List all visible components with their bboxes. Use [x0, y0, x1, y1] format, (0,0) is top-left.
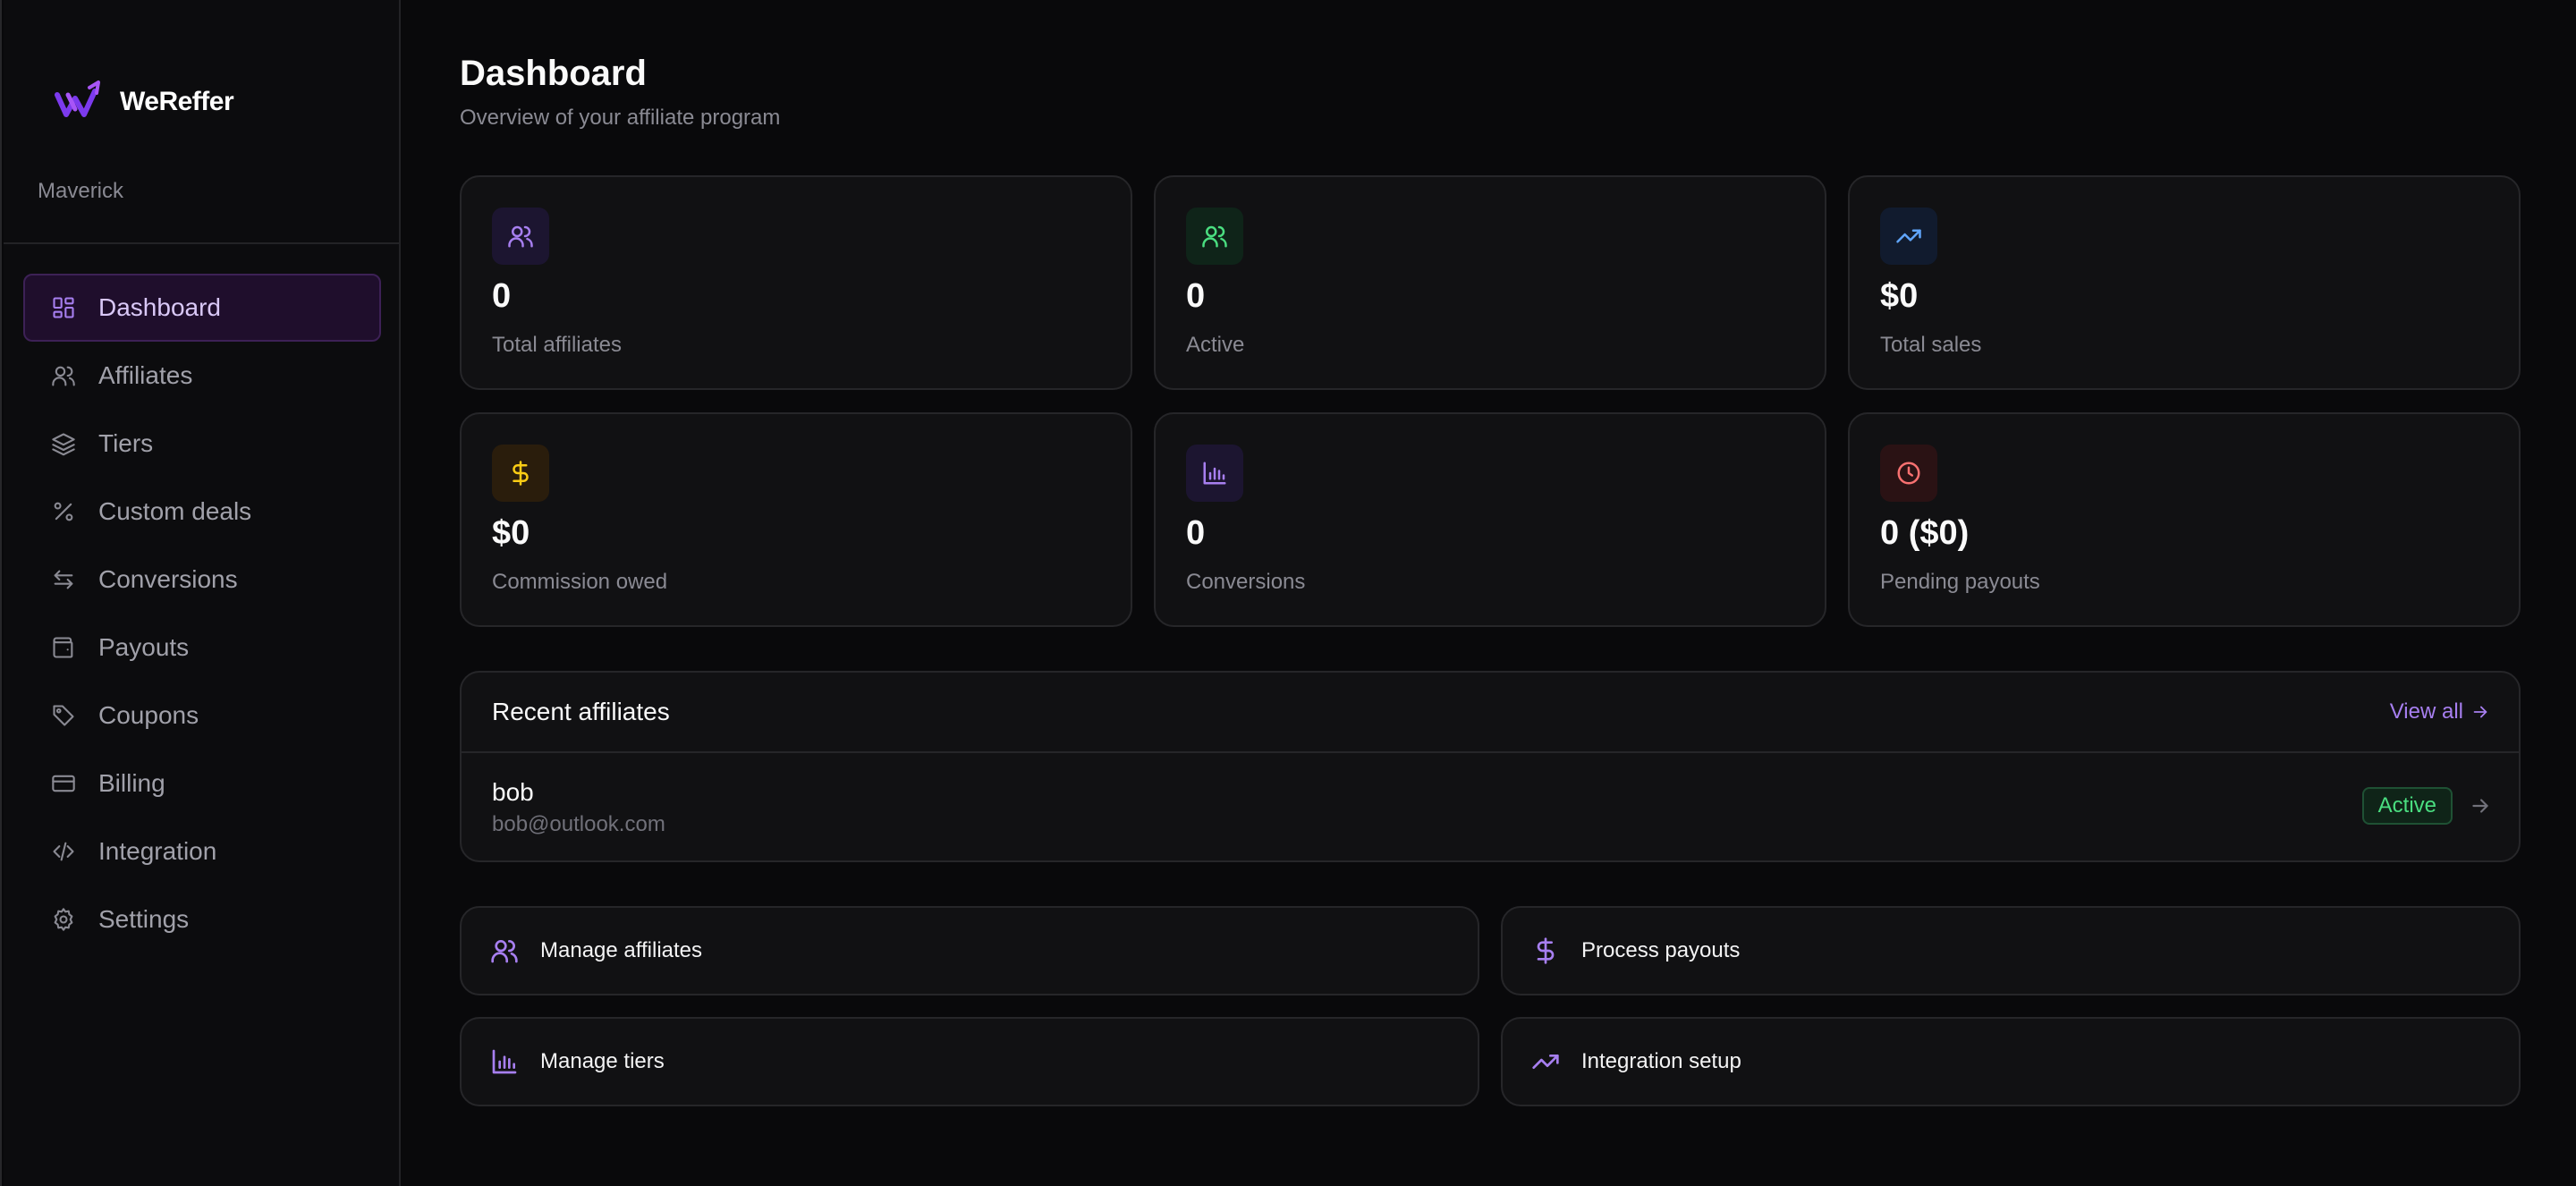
sidebar-item-integration[interactable]: Integration	[23, 817, 381, 885]
sidebar-item-conversions[interactable]: Conversions	[23, 546, 381, 614]
action-label: Integration setup	[1581, 1049, 1741, 1073]
arrow-right-icon[interactable]	[2469, 794, 2492, 817]
layout-grid-icon	[50, 294, 77, 321]
arrows-exchange-icon	[50, 566, 77, 593]
sidebar-item-settings[interactable]: Settings	[23, 885, 381, 953]
action-label: Manage affiliates	[540, 938, 703, 962]
dollar-icon	[1537, 937, 1555, 964]
sidebar-item-affiliates[interactable]: Affiliates	[23, 342, 381, 410]
sidebar-item-label: Coupons	[98, 701, 199, 729]
users-icon	[491, 940, 518, 963]
sidebar-divider	[4, 242, 399, 244]
trending-up-icon	[1880, 208, 1937, 265]
page-subtitle: Overview of your affiliate program	[460, 106, 781, 130]
stat-label: Conversions	[1186, 570, 1306, 594]
stat-card-total-affiliates: 0 Total affiliates	[460, 175, 1132, 390]
recent-affiliates-title: Recent affiliates	[492, 698, 670, 725]
credit-card-icon	[50, 770, 77, 797]
gear-icon	[50, 906, 77, 933]
recent-affiliates-header: Recent affiliates View all	[462, 673, 2519, 753]
stat-value: 0	[1186, 514, 1206, 552]
sidebar-item-label: Custom deals	[98, 497, 252, 525]
sidebar-item-label: Billing	[98, 769, 165, 797]
recent-affiliates-panel: Recent affiliates View all bob bob@outlo…	[460, 671, 2521, 862]
layers-icon	[50, 430, 77, 457]
sidebar-item-label: Payouts	[98, 633, 190, 661]
sidebar-item-label: Tiers	[98, 429, 154, 457]
stat-label: Total sales	[1880, 333, 1982, 357]
users-icon	[492, 208, 549, 265]
users-icon	[50, 362, 77, 389]
sidebar-item-custom-deals[interactable]: Custom deals	[23, 478, 381, 546]
sidebar-item-tiers[interactable]: Tiers	[23, 410, 381, 478]
integration-setup-button[interactable]: Integration setup	[1501, 1017, 2521, 1106]
brand-name: WeReffer	[120, 87, 234, 116]
brand-logo[interactable]: WeReffer	[54, 79, 234, 125]
table-row[interactable]: bob bob@outlook.com Active	[462, 753, 2519, 860]
stat-card-active: 0 Active	[1154, 175, 1826, 390]
view-all-label: View all	[2389, 699, 2463, 724]
clock-icon	[1880, 445, 1937, 502]
sidebar-nav: Dashboard Affiliates Tiers Custom deals	[23, 274, 381, 953]
sidebar-item-billing[interactable]: Billing	[23, 750, 381, 817]
sidebar-item-label: Dashboard	[98, 293, 221, 321]
bar-chart-icon	[492, 1049, 517, 1074]
code-icon	[50, 838, 77, 865]
stat-value: 0	[1186, 277, 1206, 315]
stat-card-total-sales: $0 Total sales	[1848, 175, 2521, 390]
action-label: Manage tiers	[540, 1049, 665, 1073]
stat-value: $0	[492, 514, 530, 552]
wereffer-logo-icon	[55, 80, 100, 117]
affiliate-name: bob	[492, 778, 534, 806]
dollar-icon	[492, 445, 549, 502]
tag-icon	[50, 702, 77, 729]
page-title: Dashboard	[460, 54, 647, 93]
stat-card-pending-payouts: 0 ($0) Pending payouts	[1848, 412, 2521, 627]
sidebar-item-label: Integration	[98, 837, 217, 865]
sidebar: WeReffer Maverick Dashboard Affiliates T…	[4, 0, 401, 1186]
sidebar-item-coupons[interactable]: Coupons	[23, 682, 381, 750]
affiliate-email: bob@outlook.com	[492, 812, 665, 836]
stat-label: Active	[1186, 333, 1245, 357]
action-label: Process payouts	[1581, 938, 1741, 962]
status-badge: Active	[2361, 787, 2453, 825]
view-all-link[interactable]: View all	[2390, 699, 2490, 724]
app-frame: WeReffer Maverick Dashboard Affiliates T…	[0, 0, 2576, 1186]
sidebar-item-label: Settings	[98, 905, 190, 933]
stat-card-commission-owed: $0 Commission owed	[460, 412, 1132, 627]
stat-label: Commission owed	[492, 570, 668, 594]
stat-card-conversions: 0 Conversions	[1154, 412, 1826, 627]
manage-tiers-button[interactable]: Manage tiers	[460, 1017, 1479, 1106]
sidebar-item-payouts[interactable]: Payouts	[23, 614, 381, 682]
process-payouts-button[interactable]: Process payouts	[1501, 906, 2521, 995]
wallet-icon	[50, 634, 77, 661]
percent-icon	[50, 498, 77, 525]
workspace-name: Maverick	[38, 179, 124, 203]
manage-affiliates-button[interactable]: Manage affiliates	[460, 906, 1479, 995]
stat-value: 0 ($0)	[1880, 514, 1970, 552]
bar-chart-icon	[1186, 445, 1243, 502]
sidebar-item-dashboard[interactable]: Dashboard	[23, 274, 381, 342]
stat-label: Pending payouts	[1880, 570, 2040, 594]
trending-up-icon	[1532, 1055, 1559, 1069]
stat-label: Total affiliates	[492, 333, 622, 357]
sidebar-item-label: Conversions	[98, 565, 238, 593]
arrow-right-icon	[2473, 706, 2487, 718]
stat-value: 0	[492, 277, 512, 315]
stat-value: $0	[1880, 277, 1919, 315]
users-icon	[1186, 208, 1243, 265]
sidebar-item-label: Affiliates	[98, 361, 193, 389]
